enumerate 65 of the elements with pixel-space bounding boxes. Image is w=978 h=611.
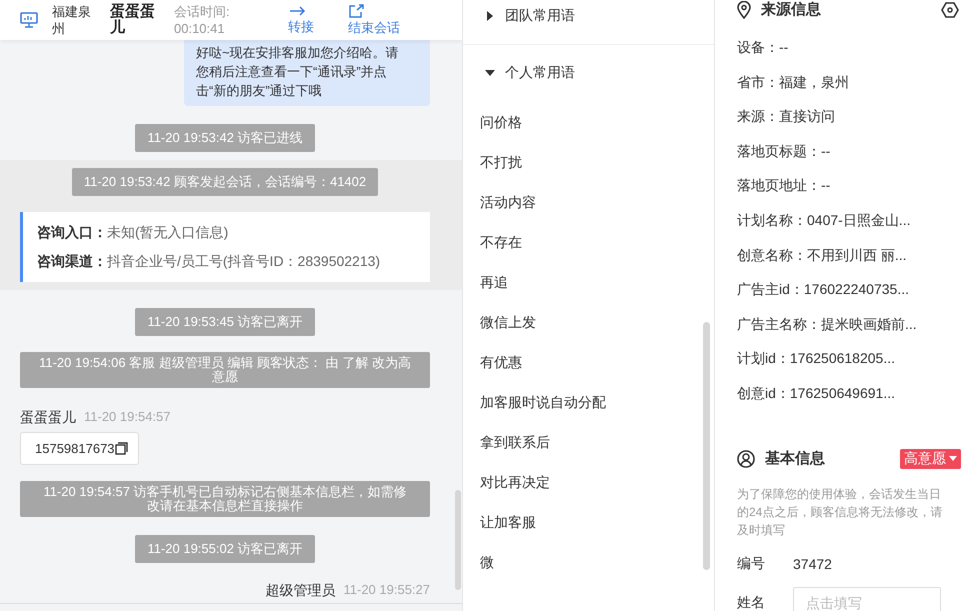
visitor-location: 福建泉州 — [52, 3, 92, 37]
info-row-text: 落地页地址：-- — [737, 176, 832, 196]
phrase-item[interactable]: 问价格 — [463, 102, 714, 142]
info-row-text: 创意名称：不用到川西 丽... — [737, 246, 908, 265]
user-icon — [737, 450, 755, 468]
duration-value: 00:10:41 — [174, 20, 226, 37]
settings-icon[interactable] — [941, 2, 959, 18]
info-row-text: 广告主id：176022240735... — [737, 280, 910, 300]
info-row-text: 计划id：176250618205... — [737, 349, 896, 368]
message-time: 11-20 19:55:27 — [344, 581, 430, 599]
system-message: 11-20 19:53:45 访客已离开 — [135, 308, 315, 336]
sender-name: 蛋蛋蛋儿 — [20, 408, 76, 426]
phrase-item[interactable]: 对比再决定 — [463, 462, 714, 502]
phrase-group-header[interactable]: 团队常用语 — [463, 0, 714, 32]
caret-icon[interactable] — [485, 11, 495, 21]
field-label: 编号 — [737, 554, 766, 573]
phrase-item[interactable]: 微 — [463, 542, 714, 582]
info-row-text: 设备：-- — [737, 38, 790, 57]
message-bubble: 好哒~现在安排客服加您介绍哈。请您稍后注意查看一下“通讯录”并点击“新的朋友”通过下哦 — [184, 40, 430, 106]
phrase-item[interactable]: 拿到联系后 — [463, 422, 714, 462]
message-time: 11-20 19:54:57 — [84, 408, 170, 426]
input-field[interactable]: 点击填写 — [793, 586, 941, 611]
phrase-group-header[interactable]: 个人常用语 — [463, 57, 714, 89]
entry-line: 咨询入口：未知(暂无入口信息) — [37, 223, 230, 242]
caret-icon — [949, 456, 957, 462]
entry-line: 咨询渠道：抖音企业号/员工号(抖音号ID：2839502213) — [37, 252, 382, 271]
phrase-item[interactable]: 让加客服 — [463, 502, 714, 542]
scrollbar[interactable] — [455, 490, 461, 590]
info-row-text: 广告主名称：提米映画婚前... — [737, 314, 918, 334]
field-value: 37472 — [793, 556, 832, 572]
info-row-text: 创意id：176250649691... — [737, 384, 896, 403]
system-message: 11-20 19:53:42 访客已进线 — [135, 124, 315, 152]
system-message: 11-20 19:53:42 顾客发起会话，会话编号：41402 — [72, 168, 378, 196]
monitor-icon — [20, 12, 38, 28]
arrow-icon — [288, 5, 308, 17]
system-message: 11-20 19:55:02 访客已离开 — [135, 535, 315, 563]
phrase-item[interactable]: 微信上发 — [463, 302, 714, 342]
info-row-text: 计划名称：0407-日照金山... — [737, 210, 912, 230]
intent-dropdown[interactable]: 高意愿 — [900, 448, 961, 469]
phrase-item[interactable]: 不打扰 — [463, 142, 714, 182]
phrase-item[interactable]: 有优惠 — [463, 342, 714, 382]
system-notice: 11-20 19:54:06 客服 超级管理员 编辑 顾客状态： 由 了解 改为高意愿 — [20, 352, 430, 388]
info-row-text: 来源：直接访问 — [737, 107, 836, 126]
phrase-item[interactable]: 加客服时说自动分配 — [463, 382, 714, 422]
phrase-item[interactable]: 不存在 — [463, 222, 714, 262]
sender-name: 超级管理员 — [266, 581, 336, 599]
caret-icon[interactable] — [485, 68, 495, 78]
info-row-text: 省市：福建，泉州 — [737, 72, 850, 92]
exit-icon — [348, 4, 364, 18]
section-title: 基本信息 — [765, 449, 825, 468]
duration-label: 会话时间: — [174, 3, 231, 20]
scrollbar[interactable] — [703, 322, 710, 570]
copy-icon[interactable] — [114, 442, 128, 455]
phrase-item[interactable]: 再追 — [463, 262, 714, 302]
info-row-text: 落地页标题：-- — [737, 142, 832, 161]
phone-number: 15759817673 — [35, 441, 115, 456]
notice-text: 为了保障您的使用体验，会话发生当日的24点之后，顾客信息将无法修改，请及时填写 — [737, 486, 944, 539]
transfer-button[interactable]: 转接 — [288, 5, 314, 35]
section-title: 来源信息 — [761, 0, 821, 19]
field-label: 姓名 — [737, 594, 766, 611]
end-session-button[interactable]: 结束会话 — [348, 4, 400, 36]
system-notice: 11-20 19:54:57 访客手机号已自动标记右侧基本信息栏，如需修改请在基本信息栏直接操作 — [20, 481, 430, 517]
phrase-item[interactable]: 活动内容 — [463, 182, 714, 222]
visitor-name: 蛋蛋蛋儿 — [110, 4, 156, 36]
location-pin-icon — [737, 0, 751, 18]
